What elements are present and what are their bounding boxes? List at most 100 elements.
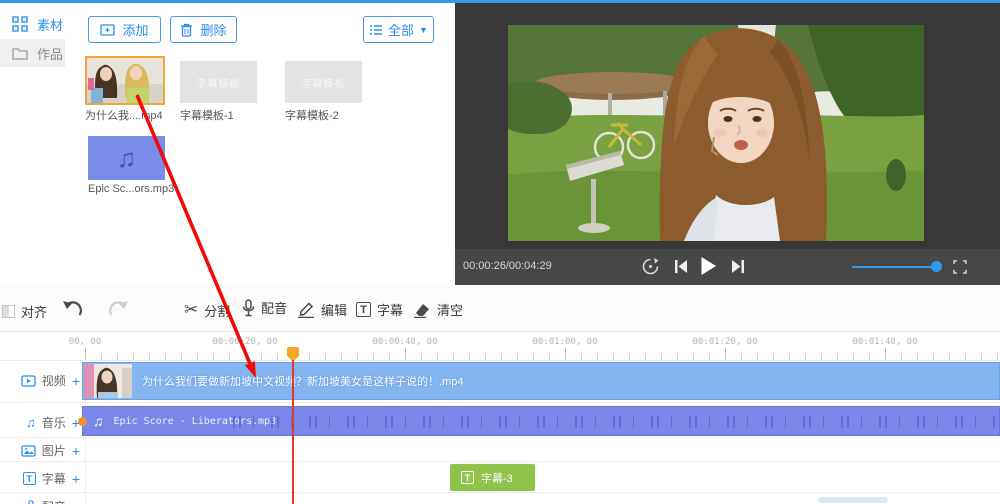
divider [0, 492, 1000, 493]
play-icon[interactable] [700, 256, 717, 276]
track-name: 音乐 [41, 416, 66, 430]
preview-panel: 00:00:26/00:04:29 [455, 3, 1000, 285]
clear-label: 清空 [437, 303, 464, 318]
align-label: 对齐 [21, 305, 48, 320]
add-image-button[interactable]: + [72, 443, 80, 459]
align-toggle[interactable]: 对齐 [2, 302, 47, 321]
track-name: 图片 [41, 444, 66, 458]
divider [0, 461, 1000, 462]
sidebar-material-label: 素材 [37, 17, 64, 33]
playback-controls: 00:00:26/00:04:29 [455, 249, 1000, 285]
subtitle-clip[interactable]: T 字幕-3 [450, 464, 535, 491]
next-frame-icon[interactable] [731, 259, 745, 274]
ruler-tick-label: 00:01:20, 00 [692, 337, 758, 347]
horizontal-scrollbar[interactable] [818, 497, 888, 503]
library-item-audio[interactable]: ♫ [88, 136, 165, 180]
ruler-tick-label: 00:00:20, 00 [212, 337, 278, 347]
dub-track-icon [28, 500, 34, 504]
subtitle-label: 字幕 [377, 303, 404, 318]
folder-icon [12, 48, 28, 60]
microphone-icon [242, 298, 255, 316]
video-clip-thumbnail [84, 364, 132, 398]
library-item-label: 字幕模板-2 [285, 110, 339, 122]
add-dub-button[interactable]: + [72, 499, 80, 504]
library-item-template-1[interactable]: 字幕模板 [180, 61, 257, 103]
image-track-icon [21, 444, 36, 457]
music-track-icon: ♫ [26, 415, 36, 430]
music-clip[interactable]: ♫ Epic Score - Liberators.mp3 [82, 406, 1000, 436]
add-button[interactable]: 添加 [88, 16, 161, 43]
video-editor-app: 素材 作品 添加 删除 全部 ▼ 字幕模板 字幕模板 为什么我....mp4 字… [0, 0, 1000, 504]
track-label-video: 视频 + [0, 372, 80, 389]
timeline-ruler-ticks [85, 353, 1000, 360]
volume-slider-handle[interactable] [931, 261, 942, 272]
filter-dropdown[interactable]: 全部 ▼ [363, 16, 434, 43]
align-checkbox-icon [2, 305, 15, 318]
loop-icon[interactable] [641, 257, 660, 276]
edit-label: 编辑 [321, 303, 348, 318]
eraser-icon [414, 303, 429, 318]
track-label-subtitle: T 字幕 + [0, 470, 80, 487]
video-track-icon [21, 374, 36, 387]
playhead-line [292, 360, 294, 504]
redo-icon[interactable] [108, 299, 129, 317]
subtitle-button[interactable]: T 字幕 [356, 300, 403, 319]
library-item-template-2[interactable]: 字幕模板 [285, 61, 362, 103]
track-name: 视频 [41, 374, 66, 388]
edit-button[interactable]: 编辑 [297, 300, 347, 319]
trash-icon [181, 23, 193, 37]
add-button-label: 添加 [122, 23, 149, 38]
library-panel: 素材 作品 添加 删除 全部 ▼ 字幕模板 字幕模板 为什么我....mp4 字… [0, 3, 455, 285]
chevron-down-icon: ▼ [419, 24, 428, 35]
edit-toolbar: 对齐 ✂ 分割 配音 编辑 T 字幕 清空 [0, 285, 1000, 332]
ruler-tick-label: 00:00:40, 00 [372, 337, 438, 347]
track-name: 配音 [42, 498, 66, 504]
divider [0, 402, 1000, 403]
add-video-button[interactable]: + [72, 373, 80, 389]
video-clip[interactable]: 为什么我们要做新加坡中文视频？新加坡美女是这样子说的！.mp4 [82, 362, 1000, 400]
sidebar-item-works[interactable]: 作品 [0, 39, 65, 67]
video-frame-image [508, 25, 924, 241]
ruler-tick-label: 00:01:00, 00 [532, 337, 598, 347]
ruler-tick-label: 00, 00 [68, 337, 102, 347]
undo-icon[interactable] [62, 299, 83, 317]
fullscreen-icon[interactable] [953, 260, 967, 274]
split-button[interactable]: ✂ 分割 [184, 300, 230, 320]
video-preview[interactable] [508, 25, 924, 241]
track-label-dub: 配音 + [0, 498, 80, 504]
dub-label: 配音 [261, 301, 288, 316]
sidebar-works-label: 作品 [37, 46, 64, 62]
library-item-video[interactable] [85, 56, 165, 105]
template-watermark: 字幕模板 [196, 78, 241, 90]
template-watermark: 字幕模板 [301, 78, 346, 90]
subtitle-clip-name: 字幕-3 [481, 472, 513, 485]
scissors-icon: ✂ [184, 300, 199, 319]
folder-plus-icon [100, 24, 116, 36]
pencil-icon [298, 302, 314, 318]
add-subtitle-button[interactable]: + [72, 471, 80, 487]
library-item-label: Epic Sc...ors.mp3 [88, 183, 175, 195]
sidebar-item-material[interactable]: 素材 [0, 9, 65, 39]
delete-button[interactable]: 删除 [170, 16, 237, 43]
dub-button[interactable]: 配音 [242, 298, 287, 317]
video-clip-name: 为什么我们要做新加坡中文视频？新加坡美女是这样子说的！.mp4 [142, 376, 464, 388]
track-name: 字幕 [41, 472, 66, 486]
previous-frame-icon[interactable] [674, 259, 688, 274]
volume-slider[interactable] [852, 266, 938, 268]
text-icon: T [461, 471, 474, 484]
preview-timecode: 00:00:26/00:04:29 [463, 260, 552, 272]
library-item-label: 字幕模板-1 [180, 110, 234, 122]
clip-trim-handle[interactable] [78, 417, 87, 426]
track-label-music: ♫ 音乐 + [0, 414, 80, 431]
text-icon: T [356, 302, 371, 317]
grid-icon [12, 16, 28, 32]
video-thumbnail-image [87, 58, 163, 103]
music-note-icon: ♫ [93, 413, 104, 429]
split-label: 分割 [204, 303, 231, 319]
filter-label: 全部 [388, 23, 415, 38]
list-icon [370, 24, 383, 35]
waveform [233, 416, 995, 428]
track-label-image: 图片 + [0, 442, 80, 459]
clear-button[interactable]: 清空 [413, 300, 463, 319]
library-item-label: 为什么我....mp4 [85, 110, 163, 122]
